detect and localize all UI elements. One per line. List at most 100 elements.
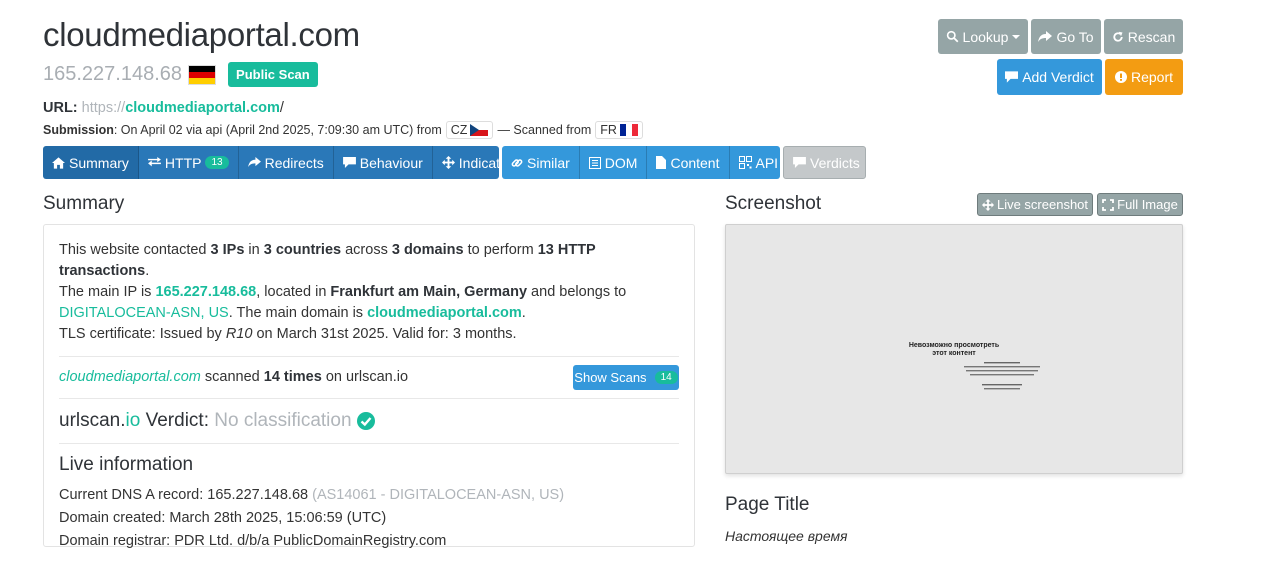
public-scan-badge: Public Scan [228, 62, 318, 87]
tab-content[interactable]: Content [647, 146, 730, 179]
tab-redirects-label: Redirects [264, 154, 324, 171]
tab-similar-label: Similar [527, 154, 570, 171]
url-path: / [279, 100, 284, 116]
tab-indicators[interactable]: Indicators [432, 146, 499, 179]
lookup-label: Lookup [962, 28, 1009, 45]
submission-country-code: CZ [450, 123, 468, 137]
screenshot-heading-line-2: этот контент [932, 350, 976, 357]
add-verdict-label: Add Verdict [1022, 69, 1094, 85]
submission-country-badge[interactable]: CZ [445, 121, 494, 139]
verdict-row: urlscan. io Verdict: No classification [59, 399, 679, 443]
submission-text: : On April 02 via api (April 2nd 2025, 7… [113, 123, 442, 137]
file-icon [656, 156, 667, 169]
domain-registrar-line: Domain registrar: PDR Ltd. d/b/a PublicD… [59, 533, 447, 549]
rescan-label: Rescan [1127, 28, 1176, 45]
tab-summary[interactable]: Summary [43, 146, 139, 179]
scan-country-code: FR [600, 123, 617, 137]
tab-content-label: Content [670, 154, 720, 171]
germany-flag-icon [188, 64, 217, 85]
main-ip-link[interactable]: 165.227.148.68 [155, 284, 256, 300]
comment-icon [342, 157, 356, 168]
live-screenshot-label: Live screenshot [996, 197, 1089, 212]
url-line: URL: https://cloudmediaportal.com/ [43, 100, 284, 116]
qrcode-icon [738, 156, 752, 169]
tab-redirects[interactable]: Redirects [238, 146, 334, 179]
list-document-icon [588, 156, 601, 169]
tab-dom[interactable]: DOM [579, 146, 648, 179]
tab-group-primary: Summary HTTP 13 Redirects Behaviour Indi… [43, 146, 499, 179]
domain-created-line: Domain created: March 28th 2025, 15:06:5… [59, 510, 387, 526]
crosshair-arrows-icon [981, 198, 994, 211]
search-icon [946, 30, 958, 43]
czech-flag-icon [470, 124, 489, 136]
exchange-icon [147, 157, 161, 167]
scanned-from-text: — Scanned from [497, 123, 592, 137]
tab-behaviour[interactable]: Behaviour [333, 146, 433, 179]
tab-indicators-label: Indicators [458, 154, 499, 171]
page-title-value: Настоящее время [725, 528, 848, 544]
tab-api[interactable]: API [729, 146, 780, 179]
dns-record-line: Current DNS A record: 165.227.148.68 (AS… [59, 487, 565, 503]
ip-line: 165.227.148.68 Public Scan [43, 62, 318, 87]
url-label: URL: [43, 100, 78, 116]
expand-icon [1102, 198, 1115, 211]
submission-line: Submission: On April 02 via api (April 2… [43, 121, 643, 139]
main-domain-link[interactable]: cloudmediaportal.com [367, 305, 522, 321]
summary-panel: This website contacted 3 IPs in 3 countr… [43, 224, 695, 549]
link-icon [511, 158, 523, 167]
summary-line-1: This website contacted 3 IPs in 3 countr… [59, 242, 596, 279]
summary-line-2: The main IP is 165.227.148.68, located i… [59, 284, 627, 300]
rescan-button[interactable]: Rescan [1104, 19, 1183, 54]
check-circle-icon [356, 412, 375, 430]
lookup-button[interactable]: Lookup [938, 19, 1028, 54]
summary-line-3: DIGITALOCEAN-ASN, US. The main domain is… [59, 305, 526, 321]
caret-down-icon [1012, 34, 1021, 39]
comment-icon [1005, 71, 1019, 83]
screenshot-heading-line-1: Невозможно просмотреть [908, 342, 1000, 349]
france-flag-icon [619, 124, 638, 136]
comment-icon [793, 157, 806, 168]
add-verdict-button[interactable]: Add Verdict [997, 59, 1102, 95]
tab-api-label: API [755, 154, 779, 171]
tab-summary-label: Summary [69, 154, 129, 171]
screenshot-image[interactable]: Невозможно просмотреть этот контент [725, 224, 1183, 474]
crosshair-arrows-icon [441, 156, 455, 169]
show-scans-button[interactable]: Show Scans 14 [573, 365, 679, 390]
share-arrow-icon [1038, 30, 1053, 42]
show-scans-count: 14 [654, 371, 678, 384]
main-ip: 165.227.148.68 [43, 63, 183, 85]
page-title: cloudmediaportal.com [43, 16, 360, 53]
goto-button[interactable]: Go To [1031, 19, 1101, 54]
submission-label: Submission [43, 123, 114, 137]
summary-line-4: TLS certificate: Issued by R10 on March … [59, 326, 517, 342]
full-image-button[interactable]: Full Image [1097, 193, 1183, 216]
tab-verdicts-label: Verdicts [810, 154, 860, 171]
share-arrow-icon [247, 157, 261, 168]
screenshot-body-text [964, 362, 1040, 390]
home-icon [52, 156, 65, 169]
report-button[interactable]: Report [1105, 59, 1183, 95]
verdict-value: No classification [214, 410, 352, 431]
report-label: Report [1130, 69, 1174, 85]
tab-dom-label: DOM [604, 154, 638, 171]
live-screenshot-button[interactable]: Live screenshot [977, 193, 1093, 216]
page-title-heading: Page Title [725, 494, 810, 515]
summary-heading: Summary [43, 193, 125, 214]
scanned-domain-link[interactable]: cloudmediaportal.com [59, 369, 201, 385]
tab-group-secondary: Similar DOM Content API [502, 146, 780, 179]
tab-http-label: HTTP [164, 154, 202, 171]
tab-behaviour-label: Behaviour [359, 154, 423, 171]
screenshot-heading: Screenshot [725, 193, 822, 214]
tab-verdicts[interactable]: Verdicts [783, 146, 866, 179]
scan-country-badge[interactable]: FR [595, 121, 643, 139]
tab-similar[interactable]: Similar [502, 146, 580, 179]
asn-link[interactable]: DIGITALOCEAN-ASN, US [59, 305, 229, 321]
url-domain-link[interactable]: cloudmediaportal.com [125, 100, 280, 116]
http-count-badge: 13 [205, 156, 229, 169]
scan-count-row: cloudmediaportal.com scanned 14 times on… [59, 357, 679, 398]
refresh-icon [1113, 31, 1123, 42]
tab-http[interactable]: HTTP 13 [138, 146, 239, 179]
exclamation-circle-icon [1114, 71, 1127, 83]
full-image-label: Full Image [1117, 197, 1178, 212]
live-information-heading: Live information [59, 454, 194, 475]
